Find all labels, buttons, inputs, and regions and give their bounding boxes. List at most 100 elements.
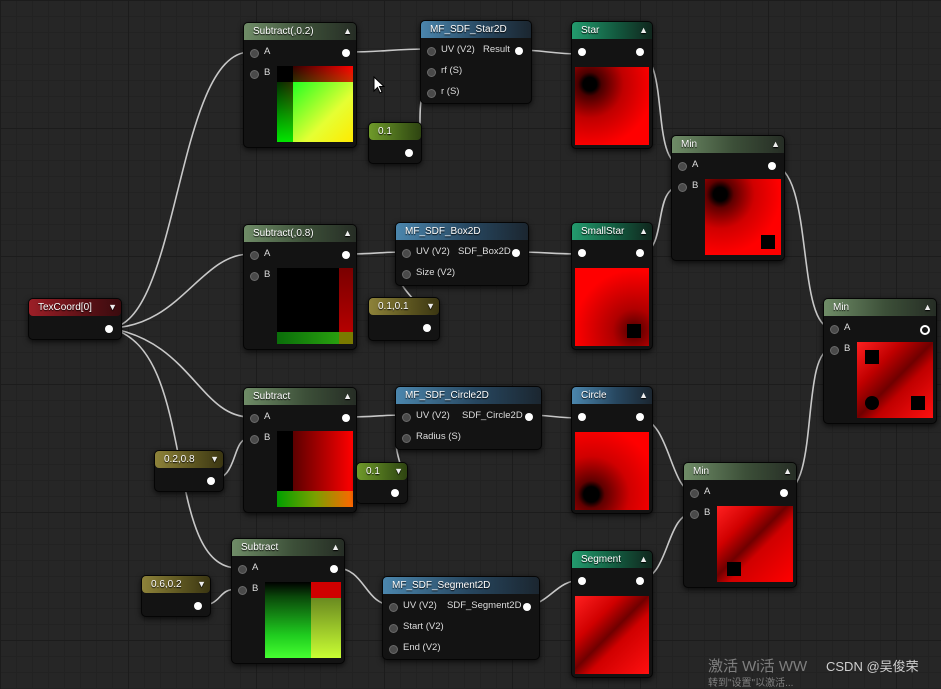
segment2d-output-pin[interactable] — [523, 603, 531, 611]
texcoord-output-pin[interactable] — [105, 325, 113, 333]
subtract-node-3[interactable]: Subtract ▲ A B — [243, 387, 357, 513]
constant-box-header[interactable]: 0.1,0.1 ▼ — [369, 298, 439, 315]
chevron-up-icon[interactable]: ▲ — [783, 463, 792, 480]
min-final-header[interactable]: Min ▲ — [824, 299, 936, 316]
subtract-1-output-pin[interactable] — [342, 49, 350, 57]
subtract-node-2[interactable]: Subtract(,0.8) ▲ A B — [243, 224, 357, 350]
box2d-pin-size[interactable] — [402, 270, 411, 279]
constant-c1-output-pin[interactable] — [207, 477, 215, 485]
chevron-up-icon[interactable]: ▲ — [331, 539, 340, 556]
circle-output-pin[interactable] — [636, 413, 644, 421]
named-node-segment[interactable]: Segment ▲ — [571, 550, 653, 678]
segment-header[interactable]: Segment ▲ — [572, 551, 652, 568]
min-final-pin-b[interactable] — [830, 346, 839, 355]
constant-node-c2[interactable]: 0.6,0.2 ▼ — [141, 575, 211, 617]
chevron-up-icon[interactable]: ▲ — [639, 387, 648, 404]
subtract-2-pin-a[interactable] — [250, 251, 259, 260]
min-2-pin-a[interactable] — [690, 489, 699, 498]
star2d-pin-uv[interactable] — [427, 47, 436, 56]
texcoord-node[interactable]: TexCoord[0] ▼ — [28, 298, 122, 340]
segment2d-header[interactable]: MF_SDF_Segment2D — [383, 577, 539, 594]
subtract-3-header[interactable]: Subtract ▲ — [244, 388, 356, 405]
segment2d-function-node[interactable]: MF_SDF_Segment2D UV (V2) SDF_Segment2D S… — [382, 576, 540, 660]
star2d-header[interactable]: MF_SDF_Star2D — [421, 21, 531, 38]
smallstar-input-pin[interactable] — [578, 249, 586, 257]
constant-node-circle-radius[interactable]: 0.1 ▼ — [356, 462, 408, 504]
circle2d-header[interactable]: MF_SDF_Circle2D — [396, 387, 541, 404]
chevron-up-icon[interactable]: ▲ — [343, 225, 352, 242]
star-header[interactable]: Star ▲ — [572, 22, 652, 39]
subtract-node-1[interactable]: Subtract(,0.2) ▲ A B — [243, 22, 357, 148]
circle-header[interactable]: Circle ▲ — [572, 387, 652, 404]
chevron-down-icon[interactable]: ▼ — [394, 463, 403, 480]
subtract-1-pin-b[interactable] — [250, 70, 259, 79]
subtract-3-pin-b[interactable] — [250, 435, 259, 444]
smallstar-header[interactable]: SmallStar ▲ — [572, 223, 652, 240]
min-2-pin-b[interactable] — [690, 510, 699, 519]
min-2-output-pin[interactable] — [780, 489, 788, 497]
subtract-2-output-pin[interactable] — [342, 251, 350, 259]
min-1-output-pin[interactable] — [768, 162, 776, 170]
subtract-node-4[interactable]: Subtract ▲ A B — [231, 538, 345, 664]
constant-star-output-pin[interactable] — [405, 149, 413, 157]
chevron-down-icon[interactable]: ▼ — [426, 298, 435, 315]
star2d-pin-r[interactable] — [427, 89, 436, 98]
chevron-down-icon[interactable]: ▼ — [108, 299, 117, 316]
subtract-3-pin-a[interactable] — [250, 414, 259, 423]
star2d-function-node[interactable]: MF_SDF_Star2D UV (V2) Result rf (S) r (S… — [420, 20, 532, 104]
circle2d-pin-uv[interactable] — [402, 413, 411, 422]
constant-circle-header[interactable]: 0.1 ▼ — [357, 463, 407, 480]
subtract-1-header[interactable]: Subtract(,0.2) ▲ — [244, 23, 356, 40]
box2d-function-node[interactable]: MF_SDF_Box2D UV (V2) SDF_Box2D Size (V2) — [395, 222, 529, 286]
min-final-output-pin[interactable] — [920, 325, 930, 335]
star2d-output-pin[interactable] — [515, 47, 523, 55]
circle-input-pin[interactable] — [578, 413, 586, 421]
box2d-output-pin[interactable] — [512, 249, 520, 257]
subtract-1-pin-a[interactable] — [250, 49, 259, 58]
box2d-header[interactable]: MF_SDF_Box2D — [396, 223, 528, 240]
chevron-down-icon[interactable]: ▼ — [210, 451, 219, 468]
circle2d-pin-radius[interactable] — [402, 434, 411, 443]
chevron-down-icon[interactable]: ▼ — [197, 576, 206, 593]
star2d-pin-rf[interactable] — [427, 68, 436, 77]
smallstar-output-pin[interactable] — [636, 249, 644, 257]
min-final-pin-a[interactable] — [830, 325, 839, 334]
segment2d-pin-uv[interactable] — [389, 603, 398, 612]
subtract-4-pin-b[interactable] — [238, 586, 247, 595]
chevron-up-icon[interactable]: ▲ — [923, 299, 932, 316]
named-node-circle[interactable]: Circle ▲ — [571, 386, 653, 514]
named-node-star[interactable]: Star ▲ — [571, 21, 653, 149]
constant-c1-header[interactable]: 0.2,0.8 ▼ — [155, 451, 223, 468]
min-2-header[interactable]: Min ▲ — [684, 463, 796, 480]
constant-box-output-pin[interactable] — [423, 324, 431, 332]
min-1-header[interactable]: Min ▲ — [672, 136, 784, 153]
segment2d-pin-start[interactable] — [389, 624, 398, 633]
chevron-up-icon[interactable]: ▲ — [639, 551, 648, 568]
min-node-1[interactable]: Min ▲ A B — [671, 135, 785, 261]
min-1-pin-b[interactable] — [678, 183, 687, 192]
star-output-pin[interactable] — [636, 48, 644, 56]
constant-c2-output-pin[interactable] — [194, 602, 202, 610]
chevron-up-icon[interactable]: ▲ — [639, 22, 648, 39]
chevron-up-icon[interactable]: ▲ — [343, 23, 352, 40]
min-1-pin-a[interactable] — [678, 162, 687, 171]
subtract-3-output-pin[interactable] — [342, 414, 350, 422]
subtract-2-header[interactable]: Subtract(,0.8) ▲ — [244, 225, 356, 242]
chevron-up-icon[interactable]: ▲ — [639, 223, 648, 240]
chevron-up-icon[interactable]: ▲ — [771, 136, 780, 153]
named-node-smallstar[interactable]: SmallStar ▲ — [571, 222, 653, 350]
constant-circle-output-pin[interactable] — [391, 489, 399, 497]
circle2d-function-node[interactable]: MF_SDF_Circle2D UV (V2) SDF_Circle2D Rad… — [395, 386, 542, 450]
constant-c2-header[interactable]: 0.6,0.2 ▼ — [142, 576, 210, 593]
chevron-up-icon[interactable]: ▲ — [343, 388, 352, 405]
constant-star-header[interactable]: 0.1 — [369, 123, 421, 140]
segment-input-pin[interactable] — [578, 577, 586, 585]
star-input-pin[interactable] — [578, 48, 586, 56]
constant-node-c1[interactable]: 0.2,0.8 ▼ — [154, 450, 224, 492]
subtract-2-pin-b[interactable] — [250, 272, 259, 281]
box2d-pin-uv[interactable] — [402, 249, 411, 258]
subtract-4-pin-a[interactable] — [238, 565, 247, 574]
subtract-4-output-pin[interactable] — [330, 565, 338, 573]
subtract-4-header[interactable]: Subtract ▲ — [232, 539, 344, 556]
min-node-2[interactable]: Min ▲ A B — [683, 462, 797, 588]
